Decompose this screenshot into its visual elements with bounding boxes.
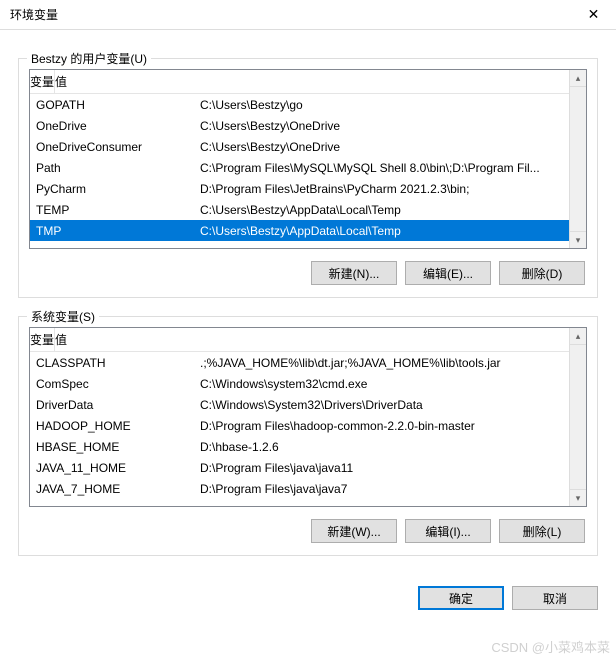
var-name: HBASE_HOME [30, 440, 196, 454]
table-row[interactable]: PathC:\Program Files\MySQL\MySQL Shell 8… [30, 157, 586, 178]
user-scrollbar[interactable]: ▴ ▾ [569, 70, 586, 248]
user-vars-legend: Bestzy 的用户变量(U) [27, 50, 151, 67]
var-value: C:\Users\Bestzy\go [196, 98, 586, 112]
table-row[interactable]: CLASSPATH.;%JAVA_HOME%\lib\dt.jar;%JAVA_… [30, 352, 586, 373]
user-vars-group: Bestzy 的用户变量(U) 变量 值 GOPATHC:\Users\Best… [18, 58, 598, 298]
table-row[interactable]: JAVA_11_HOMED:\Program Files\java\java11 [30, 457, 586, 478]
table-row[interactable]: HADOOP_HOMED:\Program Files\hadoop-commo… [30, 415, 586, 436]
system-vars-group: 系统变量(S) 变量 值 CLASSPATH.;%JAVA_HOME%\lib\… [18, 316, 598, 556]
table-row[interactable]: TEMPC:\Users\Bestzy\AppData\Local\Temp [30, 199, 586, 220]
cancel-button[interactable]: 取消 [512, 586, 598, 610]
table-row[interactable]: JAVA_7_HOMED:\Program Files\java\java7 [30, 478, 586, 499]
title-bar: 环境变量 ✕ [0, 0, 616, 30]
var-value: C:\Windows\System32\Drivers\DriverData [196, 398, 586, 412]
table-row[interactable]: OneDriveConsumerC:\Users\Bestzy\OneDrive [30, 136, 586, 157]
var-name: JAVA_11_HOME [30, 461, 196, 475]
system-scrollbar[interactable]: ▴ ▾ [569, 328, 586, 506]
scroll-down-icon[interactable]: ▾ [570, 489, 586, 506]
scroll-up-icon[interactable]: ▴ [570, 328, 586, 345]
var-value: C:\Users\Bestzy\AppData\Local\Temp [196, 224, 586, 238]
user-button-row: 新建(N)... 编辑(E)... 删除(D) [29, 261, 587, 285]
var-name: OneDriveConsumer [30, 140, 196, 154]
var-name: TMP [30, 224, 196, 238]
var-value: C:\Program Files\MySQL\MySQL Shell 8.0\b… [196, 161, 586, 175]
var-value: C:\Windows\system32\cmd.exe [196, 377, 586, 391]
scroll-up-icon[interactable]: ▴ [570, 70, 586, 87]
table-row[interactable]: HBASE_HOMED:\hbase-1.2.6 [30, 436, 586, 457]
var-value: D:\hbase-1.2.6 [196, 440, 586, 454]
var-name: GOPATH [30, 98, 196, 112]
user-edit-button[interactable]: 编辑(E)... [405, 261, 491, 285]
scroll-down-icon[interactable]: ▾ [570, 231, 586, 248]
var-name: TEMP [30, 203, 196, 217]
var-value: C:\Users\Bestzy\OneDrive [196, 119, 586, 133]
var-value: D:\Program Files\hadoop-common-2.2.0-bin… [196, 419, 586, 433]
var-value: D:\Program Files\java\java11 [196, 461, 586, 475]
ok-button[interactable]: 确定 [418, 586, 504, 610]
dialog-button-row: 确定 取消 [0, 576, 616, 610]
system-list-header: 变量 值 [30, 328, 586, 352]
var-name: HADOOP_HOME [30, 419, 196, 433]
dialog-content: Bestzy 的用户变量(U) 变量 值 GOPATHC:\Users\Best… [0, 30, 616, 570]
system-edit-button[interactable]: 编辑(I)... [405, 519, 491, 543]
var-name: CLASSPATH [30, 356, 196, 370]
table-row[interactable]: TMPC:\Users\Bestzy\AppData\Local\Temp [30, 220, 586, 241]
system-vars-legend: 系统变量(S) [27, 308, 99, 325]
column-header-name[interactable]: 变量 [30, 70, 55, 93]
user-vars-list[interactable]: 变量 值 GOPATHC:\Users\Bestzy\goOneDriveC:\… [29, 69, 587, 249]
var-value: .;%JAVA_HOME%\lib\dt.jar;%JAVA_HOME%\lib… [196, 356, 586, 370]
watermark: CSDN @小菜鸡本菜 [491, 637, 610, 656]
table-row[interactable]: OneDriveC:\Users\Bestzy\OneDrive [30, 115, 586, 136]
var-value: D:\Program Files\java\java7 [196, 482, 586, 496]
system-new-button[interactable]: 新建(W)... [311, 519, 397, 543]
system-vars-list[interactable]: 变量 值 CLASSPATH.;%JAVA_HOME%\lib\dt.jar;%… [29, 327, 587, 507]
table-row[interactable]: ComSpecC:\Windows\system32\cmd.exe [30, 373, 586, 394]
system-delete-button[interactable]: 删除(L) [499, 519, 585, 543]
close-button[interactable]: ✕ [571, 0, 616, 30]
var-value: C:\Users\Bestzy\AppData\Local\Temp [196, 203, 586, 217]
table-row[interactable]: DriverDataC:\Windows\System32\Drivers\Dr… [30, 394, 586, 415]
window-title: 环境变量 [10, 6, 58, 23]
var-name: Path [30, 161, 196, 175]
var-value: D:\Program Files\JetBrains\PyCharm 2021.… [196, 182, 586, 196]
var-name: JAVA_7_HOME [30, 482, 196, 496]
user-new-button[interactable]: 新建(N)... [311, 261, 397, 285]
var-name: PyCharm [30, 182, 196, 196]
table-row[interactable]: GOPATHC:\Users\Bestzy\go [30, 94, 586, 115]
column-header-value[interactable]: 值 [55, 70, 67, 93]
table-row[interactable]: PyCharmD:\Program Files\JetBrains\PyChar… [30, 178, 586, 199]
system-button-row: 新建(W)... 编辑(I)... 删除(L) [29, 519, 587, 543]
column-header-value[interactable]: 值 [55, 328, 67, 351]
var-name: OneDrive [30, 119, 196, 133]
var-name: ComSpec [30, 377, 196, 391]
column-header-name[interactable]: 变量 [30, 328, 55, 351]
user-list-header: 变量 值 [30, 70, 586, 94]
var-value: C:\Users\Bestzy\OneDrive [196, 140, 586, 154]
var-name: DriverData [30, 398, 196, 412]
close-icon: ✕ [588, 6, 600, 23]
user-delete-button[interactable]: 删除(D) [499, 261, 585, 285]
